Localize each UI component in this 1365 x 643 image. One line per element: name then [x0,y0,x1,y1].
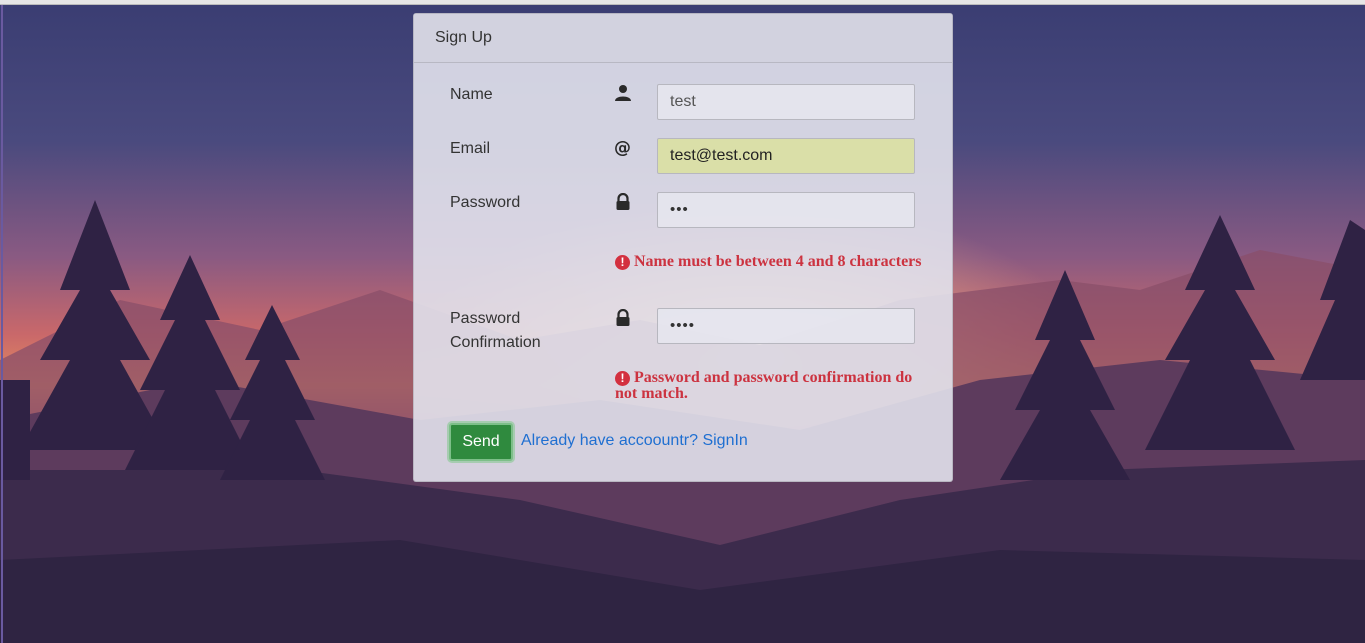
name-label: Name [450,86,493,103]
email-input[interactable] [657,138,915,174]
send-button[interactable]: Send [449,423,513,461]
browser-top-bar [0,0,1365,5]
svg-text:@: @ [614,138,631,156]
lock-icon [614,192,632,211]
card-title: Sign Up [414,14,952,63]
exclamation-circle-icon: ! [615,255,630,270]
password-label: Password [450,194,521,211]
user-icon [614,84,632,102]
at-icon: @ [614,138,632,158]
confirm-label: Password Confirmation [450,310,541,351]
confirm-password-input[interactable]: •••• [657,308,915,344]
confirm-error-text: Password and password confirmation do no… [615,369,913,402]
email-label: Email [450,140,491,157]
signup-card: Sign Up Name Email @ Password ••• ! Name … [413,13,953,482]
name-input[interactable] [657,84,915,120]
lock-icon [614,308,632,327]
signin-link[interactable]: Already have accoountr? SignIn [521,431,748,451]
password-input[interactable]: ••• [657,192,915,228]
password-error-text: Name must be between 4 and 8 characters [634,253,922,270]
exclamation-circle-icon: ! [615,371,630,386]
password-error: ! Name must be between 4 and 8 characters [615,254,935,270]
confirm-error: ! Password and password confirmation do n… [615,370,935,402]
